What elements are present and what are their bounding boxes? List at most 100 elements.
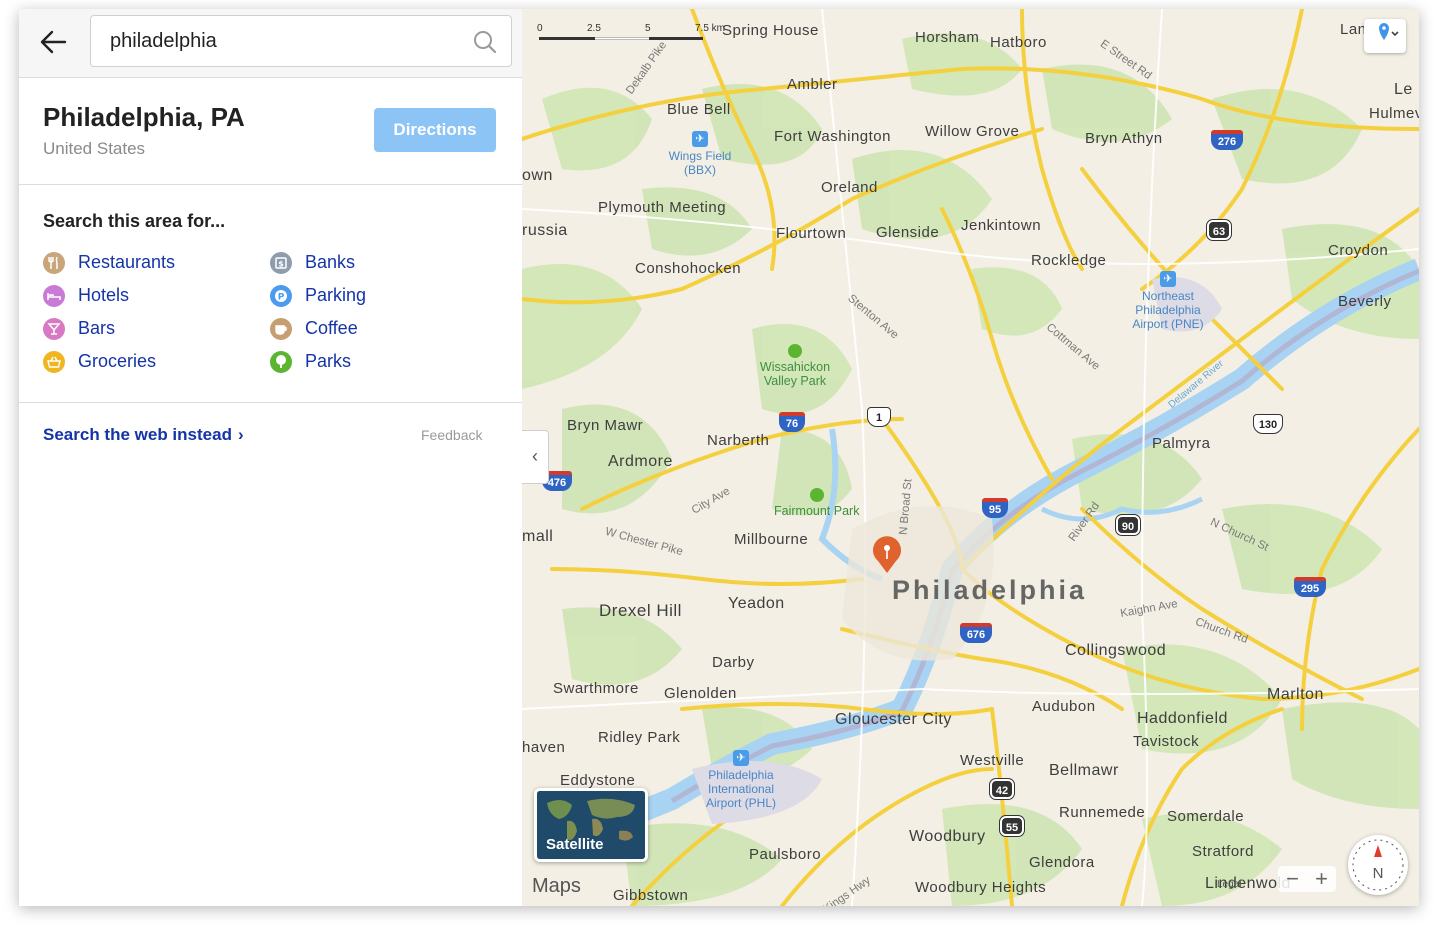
category-search: Search this area for... Restaurants $ Ba… xyxy=(19,185,522,403)
place-label: Yeadon xyxy=(728,595,785,612)
compass-icon[interactable]: N xyxy=(1348,835,1408,895)
place-label: Haddonfield xyxy=(1137,710,1228,727)
category-heading: Search this area for... xyxy=(43,211,226,231)
coffee-cup-icon xyxy=(270,318,292,340)
place-label: Willow Grove xyxy=(925,123,1020,140)
category-label: Coffee xyxy=(305,318,358,338)
category-label: Parks xyxy=(305,351,352,371)
place-label: Eddystone xyxy=(560,772,636,789)
place-label: Woodbury xyxy=(909,828,986,845)
park-marker[interactable]: Fairmount Park xyxy=(774,488,859,518)
feedback-link[interactable]: Feedback xyxy=(421,427,482,443)
tree-icon xyxy=(788,344,802,358)
zoom-out-button[interactable]: − xyxy=(1278,867,1307,891)
place-label: Spring House xyxy=(722,22,819,39)
place-label: Hatboro xyxy=(990,34,1047,51)
maps-brand-label: Maps xyxy=(532,875,581,897)
airport-label: Wings Field (BBX) xyxy=(668,149,732,177)
bed-icon xyxy=(43,285,65,307)
parking-icon: P xyxy=(270,285,292,307)
place-label: Blue Bell xyxy=(667,101,731,118)
interstate-shield: 95 xyxy=(982,498,1008,518)
state-route-shield: 90 xyxy=(1116,515,1140,535)
airplane-icon: ✈ xyxy=(1160,271,1176,287)
interstate-shield: 676 xyxy=(960,623,992,643)
interstate-shield: 276 xyxy=(1211,130,1243,150)
place-label: russia xyxy=(522,222,568,239)
place-label: Ardmore xyxy=(608,453,673,470)
park-label: Wissahickon Valley Park xyxy=(759,360,831,388)
place-label: Gibbstown xyxy=(613,887,689,904)
legal-link[interactable]: Legal xyxy=(1217,879,1241,890)
park-label: Fairmount Park xyxy=(774,504,860,518)
place-label: Glendora xyxy=(1029,854,1095,871)
maps-window: Philadelphia, PA United States Direction… xyxy=(19,9,1419,906)
compass-north-label: N xyxy=(1372,865,1384,882)
chevron-right-icon: › xyxy=(237,425,244,444)
place-label: Jenkintown xyxy=(961,217,1042,234)
location-pin-icon[interactable] xyxy=(870,533,904,575)
place-label: Horsham xyxy=(915,29,980,46)
place-label: Audubon xyxy=(1032,698,1096,715)
directions-button[interactable]: Directions xyxy=(374,108,496,152)
category-label: Bars xyxy=(78,318,116,338)
location-menu-button[interactable] xyxy=(1364,19,1406,53)
interstate-shield: 295 xyxy=(1294,577,1326,597)
us-route-shield: 130 xyxy=(1253,414,1283,434)
place-label: Collingswood xyxy=(1065,642,1167,659)
zoom-controls: − + xyxy=(1278,866,1336,892)
place-label: Bellmawr xyxy=(1049,762,1119,779)
state-route-shield: 42 xyxy=(990,779,1014,799)
search-web-link[interactable]: Search the web instead › xyxy=(43,425,244,445)
collapse-panel-button[interactable]: ‹ xyxy=(522,430,549,484)
place-label: Paulsboro xyxy=(749,846,822,863)
place-label: Plymouth Meeting xyxy=(598,199,727,216)
place-label: Stratford xyxy=(1192,843,1255,860)
airport-label: Northeast Philadelphia Airport (PNE) xyxy=(1132,289,1204,331)
category-label: Parking xyxy=(305,285,367,305)
airplane-icon: ✈ xyxy=(733,750,749,766)
satellite-toggle[interactable]: Satellite xyxy=(534,788,648,862)
airport-marker[interactable]: ✈ Wings Field (BBX) xyxy=(662,131,738,177)
place-label: Millbourne xyxy=(734,531,809,548)
park-marker[interactable]: Wissahickon Valley Park xyxy=(750,344,840,388)
place-label: Gloucester City xyxy=(835,711,952,728)
search-box[interactable] xyxy=(90,15,512,67)
city-label: Philadelphia xyxy=(892,575,1088,605)
maps-brand: Maps xyxy=(532,875,581,898)
place-label: Darby xyxy=(712,654,755,671)
place-label: Conshohocken xyxy=(635,260,742,277)
cocktail-icon xyxy=(43,318,65,340)
place-label: Le xyxy=(1394,81,1413,98)
place-label: Ambler xyxy=(787,76,838,93)
us-route-shield: 1 xyxy=(867,407,891,427)
place-label: Tavistock xyxy=(1133,733,1200,750)
place-label: Drexel Hill xyxy=(599,601,682,620)
place-label: Ridley Park xyxy=(598,729,681,746)
back-arrow-icon[interactable] xyxy=(37,27,71,57)
place-title: Philadelphia, PA xyxy=(43,102,245,132)
scale-label: 5 xyxy=(645,23,651,34)
interstate-shield: 76 xyxy=(779,412,805,432)
airport-label: Philadelphia International Airport (PHL) xyxy=(705,768,776,810)
place-label: Bryn Athyn xyxy=(1085,130,1163,147)
zoom-in-button[interactable]: + xyxy=(1307,867,1336,891)
place-label: Lan xyxy=(1340,21,1367,38)
tree-icon xyxy=(809,488,824,502)
place-label: Bryn Mawr xyxy=(567,417,644,434)
airport-marker[interactable]: ✈ Northeast Philadelphia Airport (PNE) xyxy=(1122,271,1214,331)
map-view[interactable]: 0 2.5 5 7.5 km Spring House Horsham Hatb… xyxy=(522,9,1419,906)
place-label: Oreland xyxy=(821,179,878,196)
category-label: Banks xyxy=(305,252,356,272)
search-input[interactable] xyxy=(110,28,460,54)
place-label: Croydon xyxy=(1328,242,1389,259)
tree-icon xyxy=(270,351,292,373)
search-icon[interactable] xyxy=(473,30,497,54)
place-label: Rockledge xyxy=(1031,252,1107,269)
basket-icon xyxy=(43,351,65,373)
place-label: Beverly xyxy=(1338,293,1392,310)
place-label: Somerdale xyxy=(1167,808,1245,825)
place-label: Runnemede xyxy=(1059,804,1146,821)
scale-label: 2.5 xyxy=(587,23,601,34)
airport-marker[interactable]: ✈ Philadelphia International Airport (PH… xyxy=(694,750,788,810)
